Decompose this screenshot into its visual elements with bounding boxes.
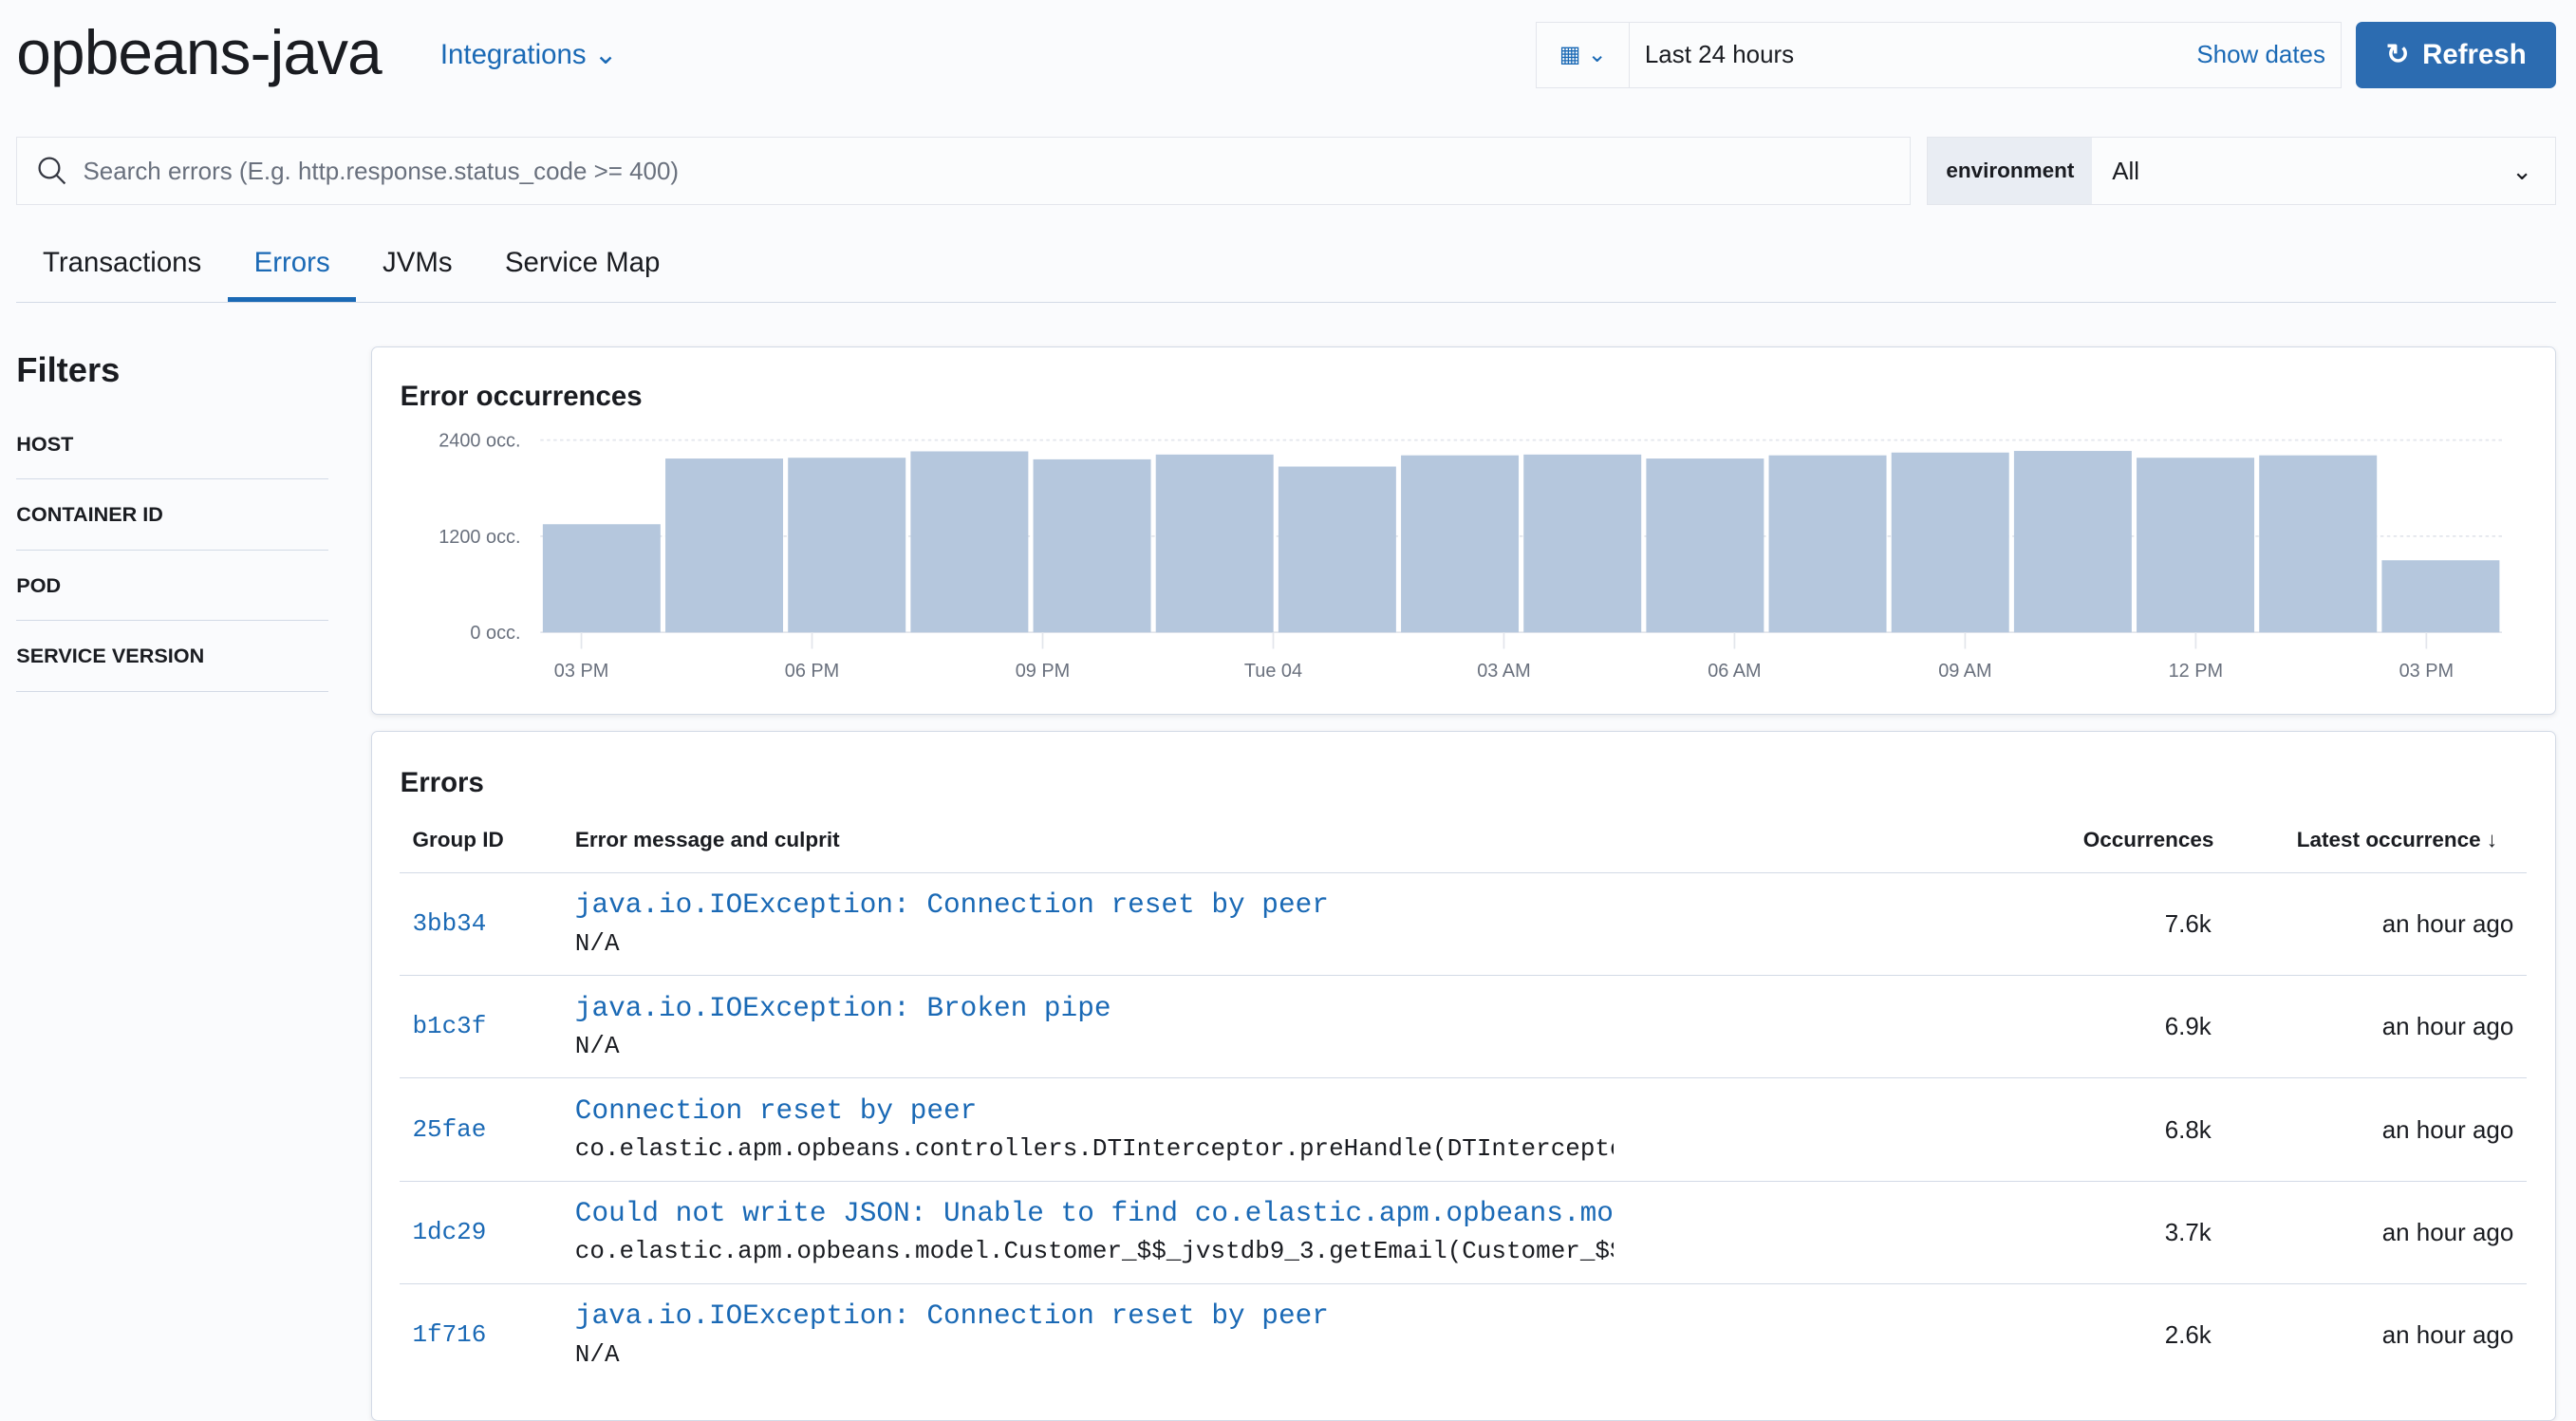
chart-bar[interactable] [1155,455,1274,633]
occurrences-value: 7.6k [2164,909,2212,939]
error-occurrences-chart: 0 occ. 1200 occ. 2400 occ. 03 PM 06 PM 09 PM T… [439,431,2503,682]
service-title: opbeans-java [16,17,382,88]
refresh-label: Refresh [2422,38,2527,70]
chart-bar[interactable] [1033,459,1151,633]
chart-bar[interactable] [2381,560,2500,633]
filter-service-version[interactable]: SERVICE VERSION [16,621,329,692]
chart-bar[interactable] [2014,451,2133,633]
x-tick-label: 03 PM [2399,661,2455,682]
group-id-link[interactable]: b1c3f [412,1012,486,1040]
date-picker: ▦ ⌄ Last 24 hours Show dates [1536,21,2342,89]
column-occurrences[interactable]: Occurrences [2083,828,2214,852]
table-row: 3bb34 java.io.IOException: Connection re… [399,872,2528,975]
occurrences-value: 3.7k [2164,1217,2212,1246]
arrow-down-icon: ↓ [2486,828,2498,852]
date-range[interactable]: Last 24 hours [1630,40,2196,69]
table-row: 1f716 java.io.IOException: Connection re… [399,1282,2528,1386]
x-tick-label: 06 AM [1708,661,1761,682]
error-message-link[interactable]: Connection reset by peer [575,1095,1614,1127]
x-tick-label: 06 PM [785,661,839,682]
error-message-link[interactable]: java.io.IOException: Connection reset by… [575,1300,1614,1332]
x-tick-label: 03 PM [554,661,609,682]
environment-select[interactable]: environment All ⌄ [1927,136,2557,206]
x-tick-label: 03 AM [1477,661,1530,682]
chart-bar[interactable] [1646,458,1764,633]
y-tick-label: 0 occ. [471,623,521,644]
chart-bar[interactable] [543,524,662,633]
show-dates-button[interactable]: Show dates [2196,40,2340,69]
error-culprit: co.elastic.apm.opbeans.controllers.DTInt… [574,1134,1614,1164]
chart-bar[interactable] [1891,452,2009,633]
group-id-link[interactable]: 25fae [412,1115,486,1144]
column-group-id[interactable]: Group ID [412,828,503,852]
error-culprit: co.elastic.apm.opbeans.model.Customer_$$… [574,1237,1614,1266]
column-latest-label: Latest occurrence [2296,828,2481,852]
latest-occurrence-value: an hour ago [2381,1114,2514,1144]
x-tick-label: 09 AM [1938,661,1991,682]
tab-errors[interactable]: Errors [227,230,357,303]
refresh-icon: ↻ [2385,39,2410,71]
filter-host[interactable]: HOST [16,409,329,480]
tab-bar: Transactions Errors JVMs Service Map [16,230,2557,304]
calendar-icon: ▦ [1559,42,1581,68]
x-tick-label: 12 PM [2169,661,2224,682]
column-error-message: Error message and culprit [574,828,840,852]
chart-bar[interactable] [910,451,1029,633]
latest-occurrence-value: an hour ago [2381,909,2514,939]
latest-occurrence-value: an hour ago [2381,1012,2514,1041]
tab-jvms[interactable]: JVMs [356,230,478,302]
tab-transactions[interactable]: Transactions [16,230,228,302]
chevron-down-icon: ⌄ [2511,156,2533,185]
y-tick-label: 2400 occ. [439,431,520,452]
chart-bar[interactable] [1401,455,1520,633]
occurrences-value: 6.8k [2164,1114,2212,1144]
y-tick-label: 1200 occ. [439,527,520,548]
chart-bar[interactable] [1523,455,1642,633]
error-culprit: N/A [574,1032,620,1061]
environment-value: All [2112,156,2140,185]
chart-bar[interactable] [665,458,784,633]
error-message-link[interactable]: java.io.IOException: Broken pipe [575,993,1614,1024]
errors-title: Errors [400,766,484,798]
integrations-label: Integrations [439,38,587,70]
table-row: b1c3f java.io.IOException: Broken pipe N… [399,975,2528,1077]
chart-bar[interactable] [2137,458,2255,633]
chart-bar[interactable] [1768,455,1887,633]
latest-occurrence-value: an hour ago [2381,1319,2514,1349]
group-id-link[interactable]: 1dc29 [412,1218,486,1246]
chart-bar[interactable] [1279,466,1397,633]
group-id-link[interactable]: 3bb34 [412,909,486,938]
occurrences-value: 2.6k [2164,1319,2212,1349]
tab-service-map[interactable]: Service Map [478,230,686,302]
chevron-down-icon: ⌄ [1587,42,1607,68]
integrations-menu[interactable]: Integrations ⌄ [440,38,617,71]
chart-bar[interactable] [2259,455,2378,633]
filter-container-id[interactable]: CONTAINER ID [16,479,329,551]
environment-label: environment [1928,137,2093,205]
refresh-button[interactable]: ↻ Refresh [2356,21,2557,89]
search-placeholder: Search errors (E.g. http.response.status… [83,156,680,185]
table-row: 1dc29 Could not write JSON: Unable to fi… [399,1180,2528,1283]
error-culprit: N/A [574,928,620,958]
error-message-link[interactable]: java.io.IOException: Connection reset by… [575,889,1614,921]
search-icon [38,157,66,185]
error-culprit: N/A [574,1339,620,1369]
search-input[interactable]: Search errors (E.g. http.response.status… [16,136,1912,206]
group-id-link[interactable]: 1f716 [412,1320,486,1349]
calendar-quick-menu[interactable]: ▦ ⌄ [1537,22,1631,88]
chart-bar[interactable] [788,458,906,633]
filters-title: Filters [16,349,121,389]
table-row: 25fae Connection reset by peer co.elasti… [399,1077,2528,1180]
latest-occurrence-value: an hour ago [2381,1217,2514,1246]
error-message-link[interactable]: Could not write JSON: Unable to find co.… [575,1198,1614,1229]
filter-pod[interactable]: POD [16,551,329,622]
x-tick-label: 09 PM [1016,661,1071,682]
x-tick-label: Tue 04 [1244,661,1302,682]
chevron-down-icon: ⌄ [593,38,618,70]
column-latest-occurrence[interactable]: Latest occurrence ↓ [2297,828,2497,852]
occurrences-value: 6.9k [2164,1012,2212,1041]
